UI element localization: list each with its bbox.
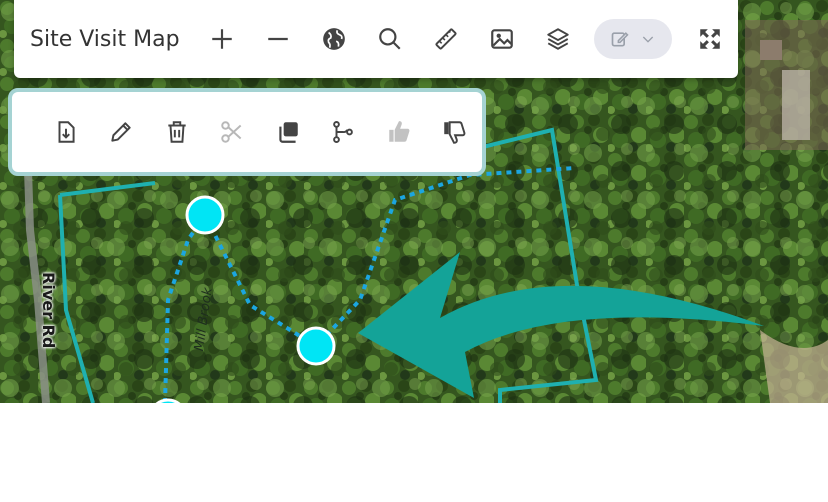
approve-button[interactable] [371,104,427,160]
plus-icon [211,29,232,49]
road-label: River Rd [39,272,58,349]
download-button[interactable] [38,104,94,160]
waypoint-marker[interactable] [296,326,336,366]
map-title: Site Visit Map [30,26,180,52]
edit-toolbar [8,88,486,176]
zoom-out-button[interactable] [250,11,306,67]
image-button[interactable] [474,11,530,67]
minus-icon [267,37,288,41]
chevron-down-icon [642,36,653,43]
ruler-icon [435,28,457,50]
copy-icon [279,122,298,143]
expand-icon [699,29,720,49]
search-icon [378,28,401,50]
download-icon [58,121,75,143]
zoom-in-button[interactable] [194,11,250,67]
image-icon [490,29,513,49]
fullscreen-button[interactable] [682,11,738,67]
layers-button[interactable] [530,11,586,67]
thumbs-up-icon [389,121,410,142]
search-button[interactable] [362,11,418,67]
waypoint-marker[interactable] [185,195,225,235]
map-toolbar: Site Visit Map [14,0,738,78]
measure-button[interactable] [418,11,474,67]
cut-button[interactable] [205,104,261,160]
edit-button[interactable] [94,104,150,160]
delete-button[interactable] [149,104,205,160]
pencil-icon [611,32,629,47]
trash-icon [168,121,186,143]
scissors-icon [221,121,242,143]
pencil-icon [111,122,131,142]
edit-mode-dropdown[interactable] [593,19,672,59]
blank-area [0,403,828,502]
copy-button[interactable] [260,104,316,160]
split-button[interactable] [316,104,372,160]
branch-icon [333,121,354,143]
thumbs-down-icon [444,121,466,144]
globe-button[interactable] [306,11,362,67]
globe-icon [322,28,345,50]
reject-button[interactable] [427,104,483,160]
layers-icon [546,28,569,50]
